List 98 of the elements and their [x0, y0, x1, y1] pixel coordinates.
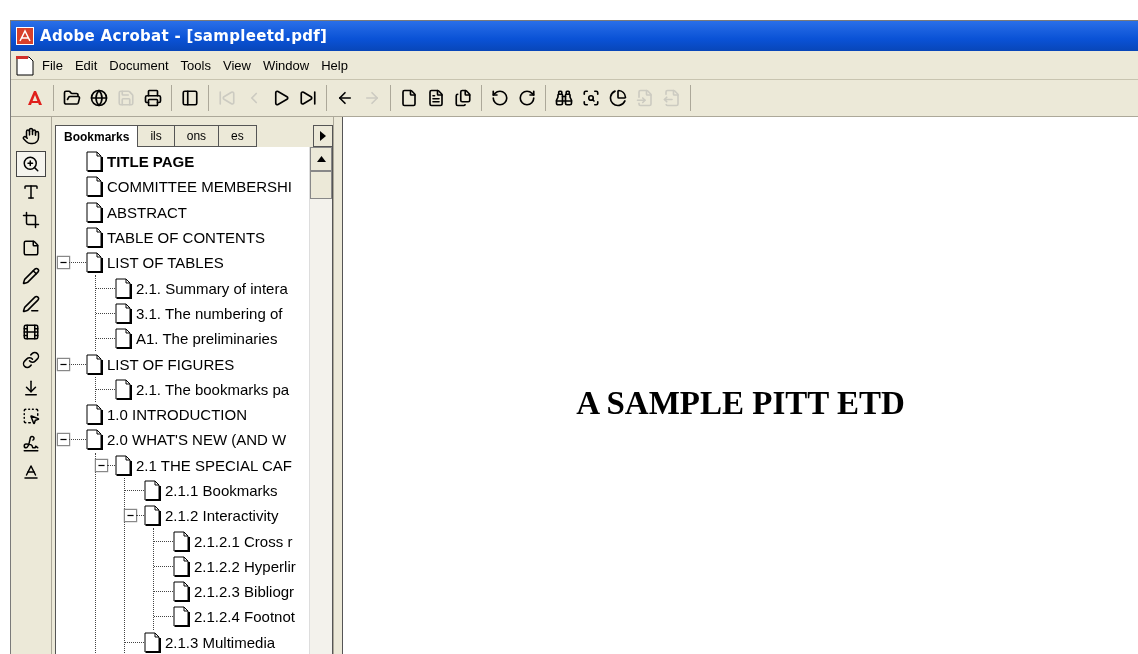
- menu-item[interactable]: Edit: [69, 55, 103, 75]
- printer-icon: [144, 89, 162, 107]
- bookmark-item[interactable]: 2.1.2.2 Hyperlir: [194, 557, 296, 575]
- bookmark-item[interactable]: COMMITTEE MEMBERSHI: [107, 178, 292, 196]
- first-page-icon: [218, 89, 236, 107]
- bookmark-item[interactable]: 1.0 INTRODUCTION: [107, 406, 247, 424]
- page-wide-icon: [454, 89, 472, 107]
- rotate-left-icon: [491, 89, 509, 107]
- bookmark-item[interactable]: 2.0 WHAT'S NEW (AND W: [107, 431, 287, 449]
- page-icon: [115, 454, 132, 476]
- panel-splitter[interactable]: [333, 117, 343, 654]
- page-icon: [144, 480, 161, 501]
- bookmark-item[interactable]: 2.1.2.1 Cross r: [194, 532, 293, 550]
- panel-tab[interactable]: ons: [174, 125, 220, 147]
- page-icon: [86, 429, 103, 451]
- scroll-thumb[interactable]: [310, 171, 332, 199]
- next-page-icon: [272, 89, 290, 107]
- last-page-icon: [299, 89, 317, 107]
- collapse-icon[interactable]: [96, 459, 107, 471]
- page-icon: [86, 404, 103, 426]
- collapse-icon[interactable]: [125, 510, 136, 522]
- bookmark-item[interactable]: 2.1.3 Multimedia: [165, 633, 276, 651]
- panel-icon: [181, 89, 199, 107]
- document-in-icon: [636, 89, 654, 107]
- hand-icon: [22, 127, 40, 145]
- film-icon: [22, 323, 40, 341]
- binoculars-icon: [555, 89, 573, 107]
- bookmark-item[interactable]: 2.1 THE SPECIAL CAF: [136, 456, 292, 474]
- page-icon: [173, 530, 190, 552]
- text-baseline-icon: [22, 463, 40, 481]
- page-icon: [86, 252, 103, 274]
- bookmark-item[interactable]: TABLE OF CONTENTS: [107, 229, 266, 247]
- menu-item[interactable]: View: [217, 55, 256, 75]
- forward-arrow-icon: [363, 89, 381, 107]
- menu-item[interactable]: Document: [104, 55, 174, 75]
- bookmark-item[interactable]: 2.1.2 Interactivity: [165, 507, 279, 525]
- collapse-icon[interactable]: [58, 434, 69, 446]
- page-icon: [115, 277, 132, 299]
- dashed-selection-icon: [22, 407, 40, 425]
- panel-tab[interactable]: ils: [138, 125, 175, 147]
- document-out-icon: [663, 89, 681, 107]
- page-icon: [86, 176, 103, 198]
- page-icon: [144, 505, 161, 527]
- page-icon: [173, 555, 190, 577]
- pen-line-icon: [22, 295, 40, 313]
- page-icon: [173, 606, 190, 628]
- save-icon: [117, 89, 135, 107]
- document-icon: [15, 54, 35, 76]
- text-select-icon: [22, 183, 40, 201]
- page-icon: [115, 302, 132, 324]
- signature-icon: [22, 435, 40, 453]
- bookmark-item[interactable]: 2.1.2.3 Bibliogr: [194, 583, 295, 601]
- panel-tab[interactable]: es: [219, 125, 257, 147]
- triangle-right-icon: [319, 131, 327, 141]
- zoom-in-icon: [22, 155, 40, 173]
- bookmark-item[interactable]: 3.1. The numbering of: [136, 304, 283, 322]
- globe-icon: [90, 89, 108, 107]
- app-icon: [16, 27, 34, 45]
- scrollbar[interactable]: [309, 147, 332, 654]
- bookmark-item[interactable]: A1. The preliminaries: [136, 330, 278, 348]
- page-icon: [86, 227, 103, 249]
- page-icon: [86, 201, 103, 223]
- panel-menu-button[interactable]: [313, 125, 333, 147]
- note-icon: [22, 239, 40, 257]
- bookmark-item[interactable]: TITLE PAGE: [107, 153, 195, 171]
- page-icon: [115, 378, 132, 400]
- document-search-icon: [582, 89, 600, 107]
- bookmark-item[interactable]: 2.1.2.4 Footnot: [194, 608, 295, 626]
- arrow-down-icon: [22, 379, 40, 397]
- rotate-right-icon: [518, 89, 536, 107]
- crop-icon: [22, 211, 40, 229]
- page-icon: [86, 353, 103, 375]
- page-icon: [173, 581, 190, 603]
- scroll-up-icon[interactable]: [316, 156, 326, 162]
- bookmark-item[interactable]: 2.1.1 Bookmarks: [165, 482, 278, 499]
- panel-tab[interactable]: Bookmarks: [55, 125, 139, 147]
- collapse-icon[interactable]: [58, 358, 69, 370]
- page-icon: [400, 89, 418, 107]
- page-icon: [115, 328, 132, 350]
- menu-item[interactable]: Help: [316, 55, 353, 75]
- menu-item[interactable]: File: [37, 55, 68, 75]
- bookmark-item[interactable]: LIST OF FIGURES: [107, 355, 235, 373]
- window-title: Adobe Acrobat - [sampleetd.pdf]: [40, 27, 328, 45]
- pie-chart-icon: [609, 89, 627, 107]
- collapse-icon[interactable]: [58, 257, 69, 269]
- pencil-icon: [22, 267, 40, 285]
- page-framed-icon: [427, 89, 445, 107]
- menu-item[interactable]: Tools: [175, 55, 216, 75]
- open-folder-icon: [63, 89, 81, 107]
- zoom-in-tool-button[interactable]: [16, 151, 46, 177]
- menu-item[interactable]: Window: [257, 55, 315, 75]
- bookmark-item[interactable]: 2.1. The bookmarks pa: [136, 380, 290, 398]
- link-icon: [22, 351, 40, 369]
- page-icon: [86, 151, 103, 173]
- document-heading: A SAMPLE PITT ETD: [576, 385, 905, 423]
- bookmark-item[interactable]: LIST OF TABLES: [107, 254, 224, 272]
- bookmark-item[interactable]: ABSTRACT: [107, 203, 187, 221]
- bookmark-item[interactable]: 2.1. Summary of intera: [136, 279, 288, 297]
